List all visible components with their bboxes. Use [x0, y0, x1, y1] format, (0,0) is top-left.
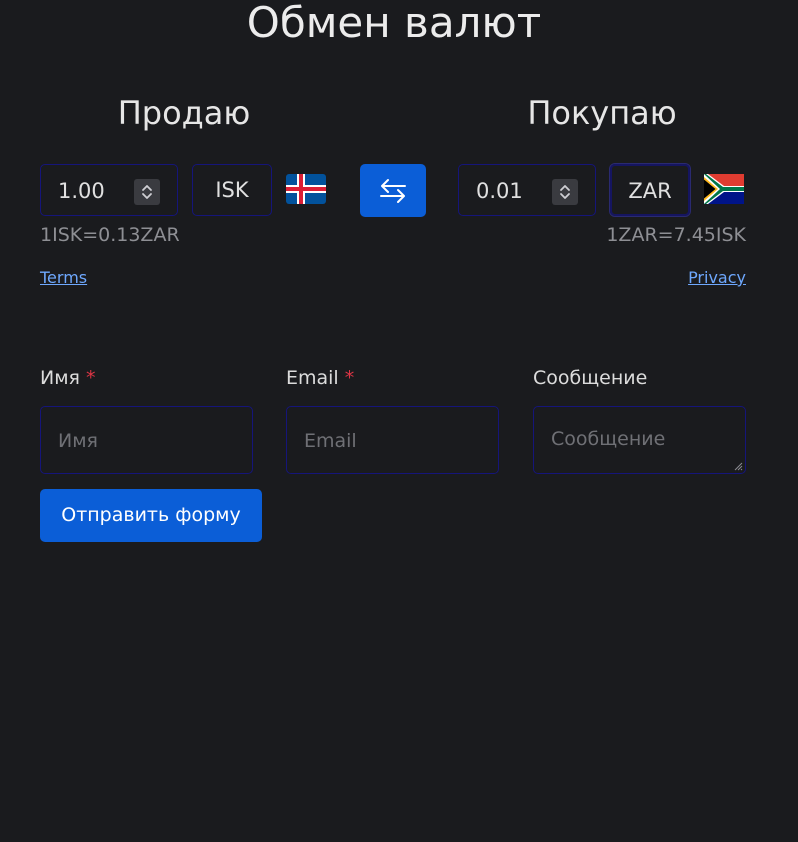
sell-heading: Продаю — [117, 94, 251, 132]
name-label: Имя * — [40, 366, 96, 390]
iceland-flag-icon — [286, 174, 326, 204]
buy-currency-select[interactable]: ZAR — [610, 164, 690, 216]
buy-amount-value: 0.01 — [476, 179, 523, 203]
buy-amount-input[interactable]: 0.01 — [458, 164, 596, 216]
stepper-chevrons-icon — [560, 185, 570, 199]
terms-link[interactable]: Terms — [40, 268, 87, 288]
sell-amount-input[interactable]: 1.00 — [40, 164, 178, 216]
buy-heading: Покупаю — [527, 94, 677, 132]
buy-rate-text: 1ZAR=7.45ISK — [606, 224, 746, 246]
email-placeholder: Email — [304, 430, 357, 452]
page-title: Обмен валют — [246, 0, 542, 47]
sell-rate-text: 1ISK=0.13ZAR — [40, 224, 180, 246]
sell-currency-select[interactable]: ISK — [192, 164, 272, 216]
message-placeholder: Сообщение — [551, 428, 666, 450]
email-field[interactable]: Email — [286, 406, 499, 474]
privacy-link[interactable]: Privacy — [688, 268, 746, 288]
currency-exchange-page: Обмен валют Продаю Покупаю 1.00 ISK 0.01 — [0, 0, 798, 842]
south-africa-flag-icon — [704, 174, 744, 204]
required-asterisk: * — [344, 367, 355, 389]
resize-grip-icon[interactable] — [733, 461, 743, 471]
swap-currencies-button[interactable] — [360, 164, 426, 217]
message-label-text: Сообщение — [533, 367, 648, 389]
name-field[interactable]: Имя — [40, 406, 253, 474]
swap-arrows-icon — [380, 179, 406, 203]
required-asterisk: * — [86, 367, 96, 389]
stepper-chevrons-icon — [142, 185, 152, 199]
submit-form-button[interactable]: Отправить форму — [40, 489, 262, 542]
email-label-text: Email — [286, 367, 339, 389]
sell-amount-value: 1.00 — [58, 179, 105, 203]
message-textarea[interactable]: Сообщение — [533, 406, 746, 474]
buy-amount-stepper[interactable] — [552, 179, 578, 205]
sell-amount-stepper[interactable] — [134, 179, 160, 205]
message-label: Сообщение — [533, 366, 647, 390]
name-placeholder: Имя — [58, 430, 98, 452]
email-label: Email * — [286, 366, 354, 390]
name-label-text: Имя — [40, 367, 80, 389]
